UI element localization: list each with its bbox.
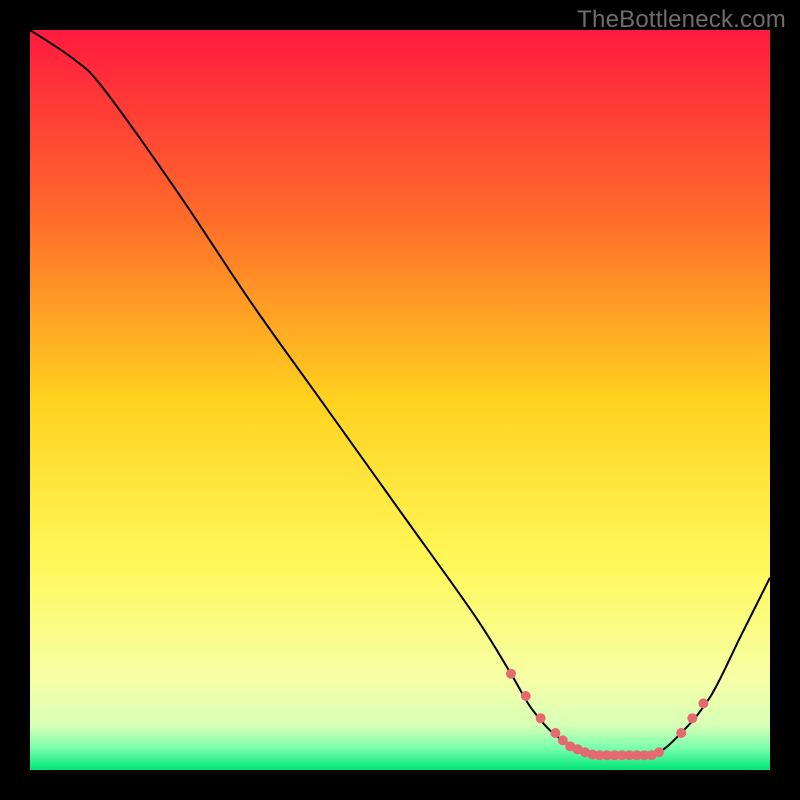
curve-dot	[536, 713, 546, 723]
curve-dot	[676, 728, 686, 738]
bottleneck-chart	[30, 30, 770, 770]
watermark-text: TheBottleneck.com	[577, 6, 786, 34]
curve-dot	[698, 698, 708, 708]
curve-dot	[654, 747, 664, 757]
curve-dot	[550, 728, 560, 738]
curve-dot	[687, 713, 697, 723]
curve-dot	[506, 669, 516, 679]
curve-dot	[521, 691, 531, 701]
chart-stage: TheBottleneck.com	[0, 0, 800, 800]
